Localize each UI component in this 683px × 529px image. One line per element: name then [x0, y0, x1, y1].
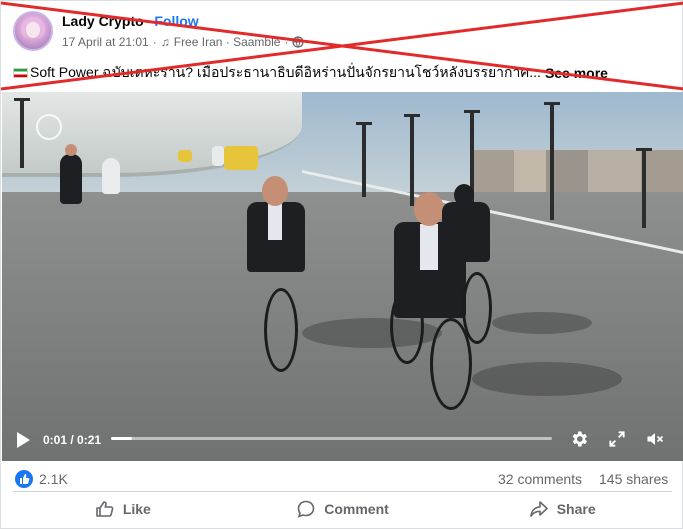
share-label: Share — [556, 501, 596, 517]
comment-button[interactable]: Comment — [233, 495, 453, 523]
play-icon[interactable] — [17, 432, 30, 448]
like-label: Like — [122, 501, 151, 517]
video-progress-fill — [111, 437, 133, 440]
rider-left-shirt — [268, 204, 282, 240]
white-car — [212, 146, 224, 166]
comment-label: Comment — [324, 501, 389, 517]
yellow-car — [178, 150, 192, 162]
iran-flag-icon — [13, 68, 28, 78]
follow-button[interactable]: Follow — [154, 13, 198, 29]
rider-center-shirt — [420, 224, 438, 270]
street-lamp — [404, 114, 420, 206]
rider-shadow — [492, 312, 592, 334]
street-lamp — [636, 148, 652, 228]
divider — [13, 491, 672, 492]
channel-logo — [36, 114, 62, 140]
post-actions: Like Comment Share — [13, 495, 672, 523]
gear-icon[interactable] — [568, 429, 590, 449]
rider-left-head — [262, 176, 288, 206]
author-name[interactable]: Lady Crypto — [62, 13, 144, 29]
avatar[interactable] — [13, 11, 53, 51]
post-caption: Soft Power ฉบับเตหะราน? เมื่อประธานาธิบด… — [13, 62, 608, 84]
thumbs-up-icon — [96, 501, 114, 517]
current-time: 0:01 — [43, 433, 68, 447]
separator-dot: · — [152, 35, 157, 49]
mute-icon[interactable] — [644, 429, 666, 449]
duration: 0:21 — [77, 433, 102, 447]
street-lamp — [14, 98, 30, 168]
walking-person-head — [65, 144, 77, 156]
separator-dot: · — [146, 13, 152, 29]
share-count[interactable]: 145 shares — [599, 471, 668, 487]
post-stats: 2.1K 32 comments 145 shares — [1, 467, 683, 489]
video-city-skyline — [472, 150, 683, 195]
bicycle-wheel — [264, 288, 298, 372]
yellow-van — [224, 146, 258, 170]
video-progress-bar[interactable] — [111, 437, 552, 440]
post-header: Lady Crypto · Follow — [62, 13, 199, 29]
share-arrow-icon — [529, 501, 548, 517]
post-timestamp[interactable]: 17 April at 21:01 — [62, 35, 149, 49]
rider-shadow — [472, 362, 622, 396]
share-button[interactable]: Share — [452, 495, 672, 523]
comment-count[interactable]: 32 comments — [498, 471, 582, 487]
post-meta: 17 April at 21:01 · ♫ Free Iran · Saambl… — [62, 35, 305, 49]
video-player[interactable] — [2, 92, 683, 461]
reaction-count[interactable]: 2.1K — [39, 471, 68, 487]
post-card: Lady Crypto · Follow 17 April at 21:01 · ♫… — [0, 0, 683, 529]
rider-center-head — [414, 192, 444, 226]
rider-back — [442, 202, 490, 262]
comment-icon — [297, 500, 315, 518]
see-more-link[interactable]: See more — [545, 65, 608, 81]
bicycle-wheel — [462, 272, 492, 344]
caption-text: Soft Power ฉบับเตหะราน? เมื่อประธานาธิบด… — [30, 64, 541, 80]
street-lamp — [356, 122, 372, 197]
cyclist-background — [102, 158, 120, 194]
rider-back-head — [454, 184, 474, 206]
music-note-icon: ♫ — [160, 35, 170, 49]
like-button[interactable]: Like — [13, 495, 233, 523]
music-label[interactable]: Free Iran · Saamble — [174, 35, 281, 49]
video-time: 0:01 / 0:21 — [43, 433, 102, 447]
like-reaction-icon[interactable] — [15, 470, 33, 488]
street-lamp — [544, 102, 560, 220]
walking-person — [60, 154, 82, 204]
globe-icon — [292, 36, 305, 48]
separator-dot: · — [284, 35, 289, 49]
fullscreen-icon[interactable] — [606, 429, 628, 449]
